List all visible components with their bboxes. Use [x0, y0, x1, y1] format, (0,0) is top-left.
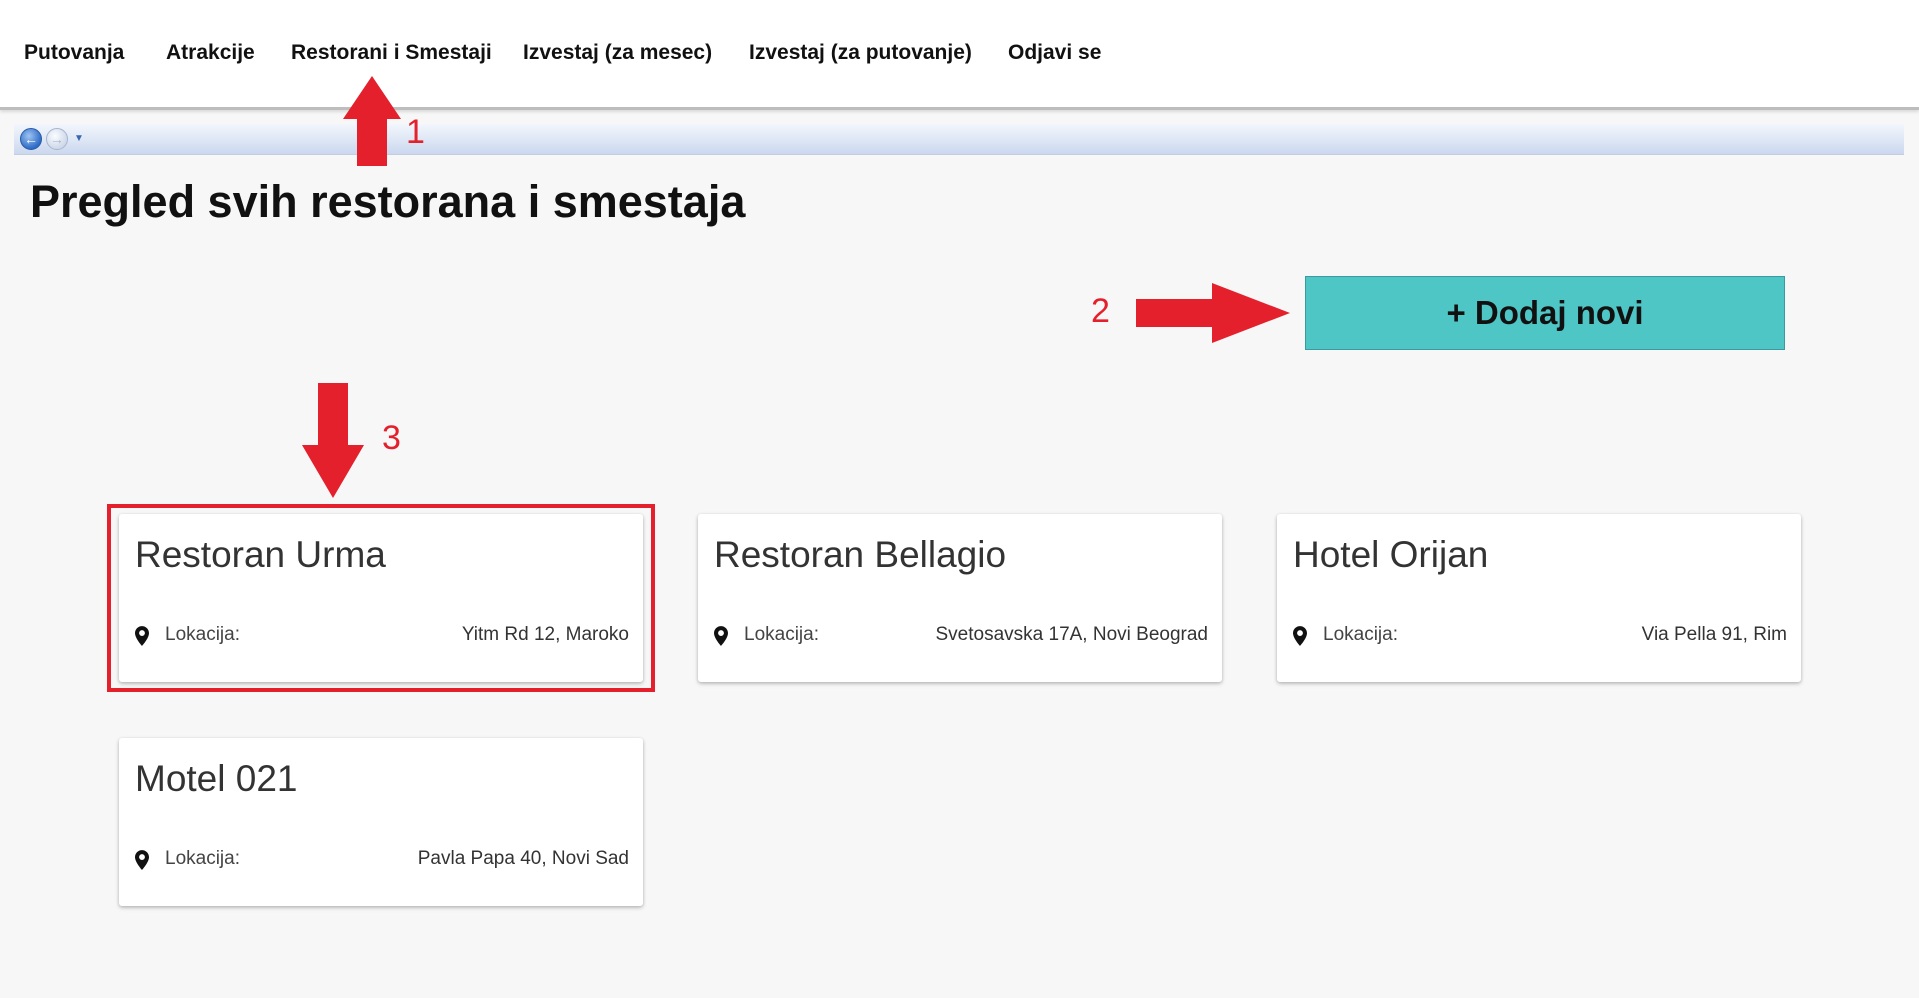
- top-navbar: Putovanja Atrakcije Restorani i Smestaji…: [0, 0, 1919, 110]
- card-location-row: Lokacija: Pavla Papa 40, Novi Sad: [135, 846, 629, 872]
- card-title: Restoran Bellagio: [714, 534, 1007, 575]
- location-value: Svetosavska 17A, Novi Beograd: [935, 624, 1209, 645]
- location-pin-icon: [1293, 626, 1307, 646]
- page-title: Pregled svih restorana i smestaja: [30, 176, 746, 227]
- annotation-number-2: 2: [1091, 292, 1110, 330]
- place-card[interactable]: Restoran Bellagio Lokacija: Svetosavska …: [698, 514, 1222, 682]
- add-new-button[interactable]: + Dodaj novi: [1305, 276, 1785, 350]
- place-card[interactable]: Motel 021 Lokacija: Pavla Papa 40, Novi …: [119, 738, 643, 906]
- card-location-row: Lokacija: Via Pella 91, Rim: [1293, 622, 1787, 648]
- nav-item-restorani-smestaji[interactable]: Restorani i Smestaji: [291, 41, 492, 65]
- card-title: Motel 021: [135, 758, 298, 799]
- card-title: Hotel Orijan: [1293, 534, 1489, 575]
- annotation-number-1: 1: [406, 113, 425, 151]
- nav-item-atrakcije[interactable]: Atrakcije: [166, 41, 255, 65]
- card-location-row: Lokacija: Svetosavska 17A, Novi Beograd: [714, 622, 1208, 648]
- history-dropdown-icon[interactable]: ▼: [74, 129, 86, 149]
- annotation-arrow-down-icon: [302, 383, 364, 498]
- location-value: Pavla Papa 40, Novi Sad: [417, 848, 629, 869]
- forward-arrow-icon[interactable]: →: [46, 128, 68, 150]
- nav-item-izvestaj-mesec[interactable]: Izvestaj (za mesec): [523, 41, 712, 65]
- location-label: Lokacija:: [744, 624, 819, 645]
- location-label: Lokacija:: [165, 848, 240, 869]
- location-pin-icon: [714, 626, 728, 646]
- nav-item-putovanja[interactable]: Putovanja: [24, 41, 124, 65]
- location-pin-icon: [135, 850, 149, 870]
- back-arrow-icon[interactable]: ←: [20, 128, 42, 150]
- annotation-arrow-right-icon: [1136, 283, 1290, 343]
- location-value: Via Pella 91, Rim: [1641, 624, 1787, 645]
- annotation-arrow-up-icon: [343, 76, 401, 166]
- annotation-highlight-box: [107, 504, 655, 692]
- browser-navigation-bar: ← → ▼: [14, 124, 1904, 155]
- nav-item-odjavi-se[interactable]: Odjavi se: [1008, 41, 1101, 65]
- location-label: Lokacija:: [1323, 624, 1398, 645]
- place-card[interactable]: Hotel Orijan Lokacija: Via Pella 91, Rim: [1277, 514, 1801, 682]
- nav-item-izvestaj-putovanje[interactable]: Izvestaj (za putovanje): [749, 41, 972, 65]
- annotation-number-3: 3: [382, 419, 401, 457]
